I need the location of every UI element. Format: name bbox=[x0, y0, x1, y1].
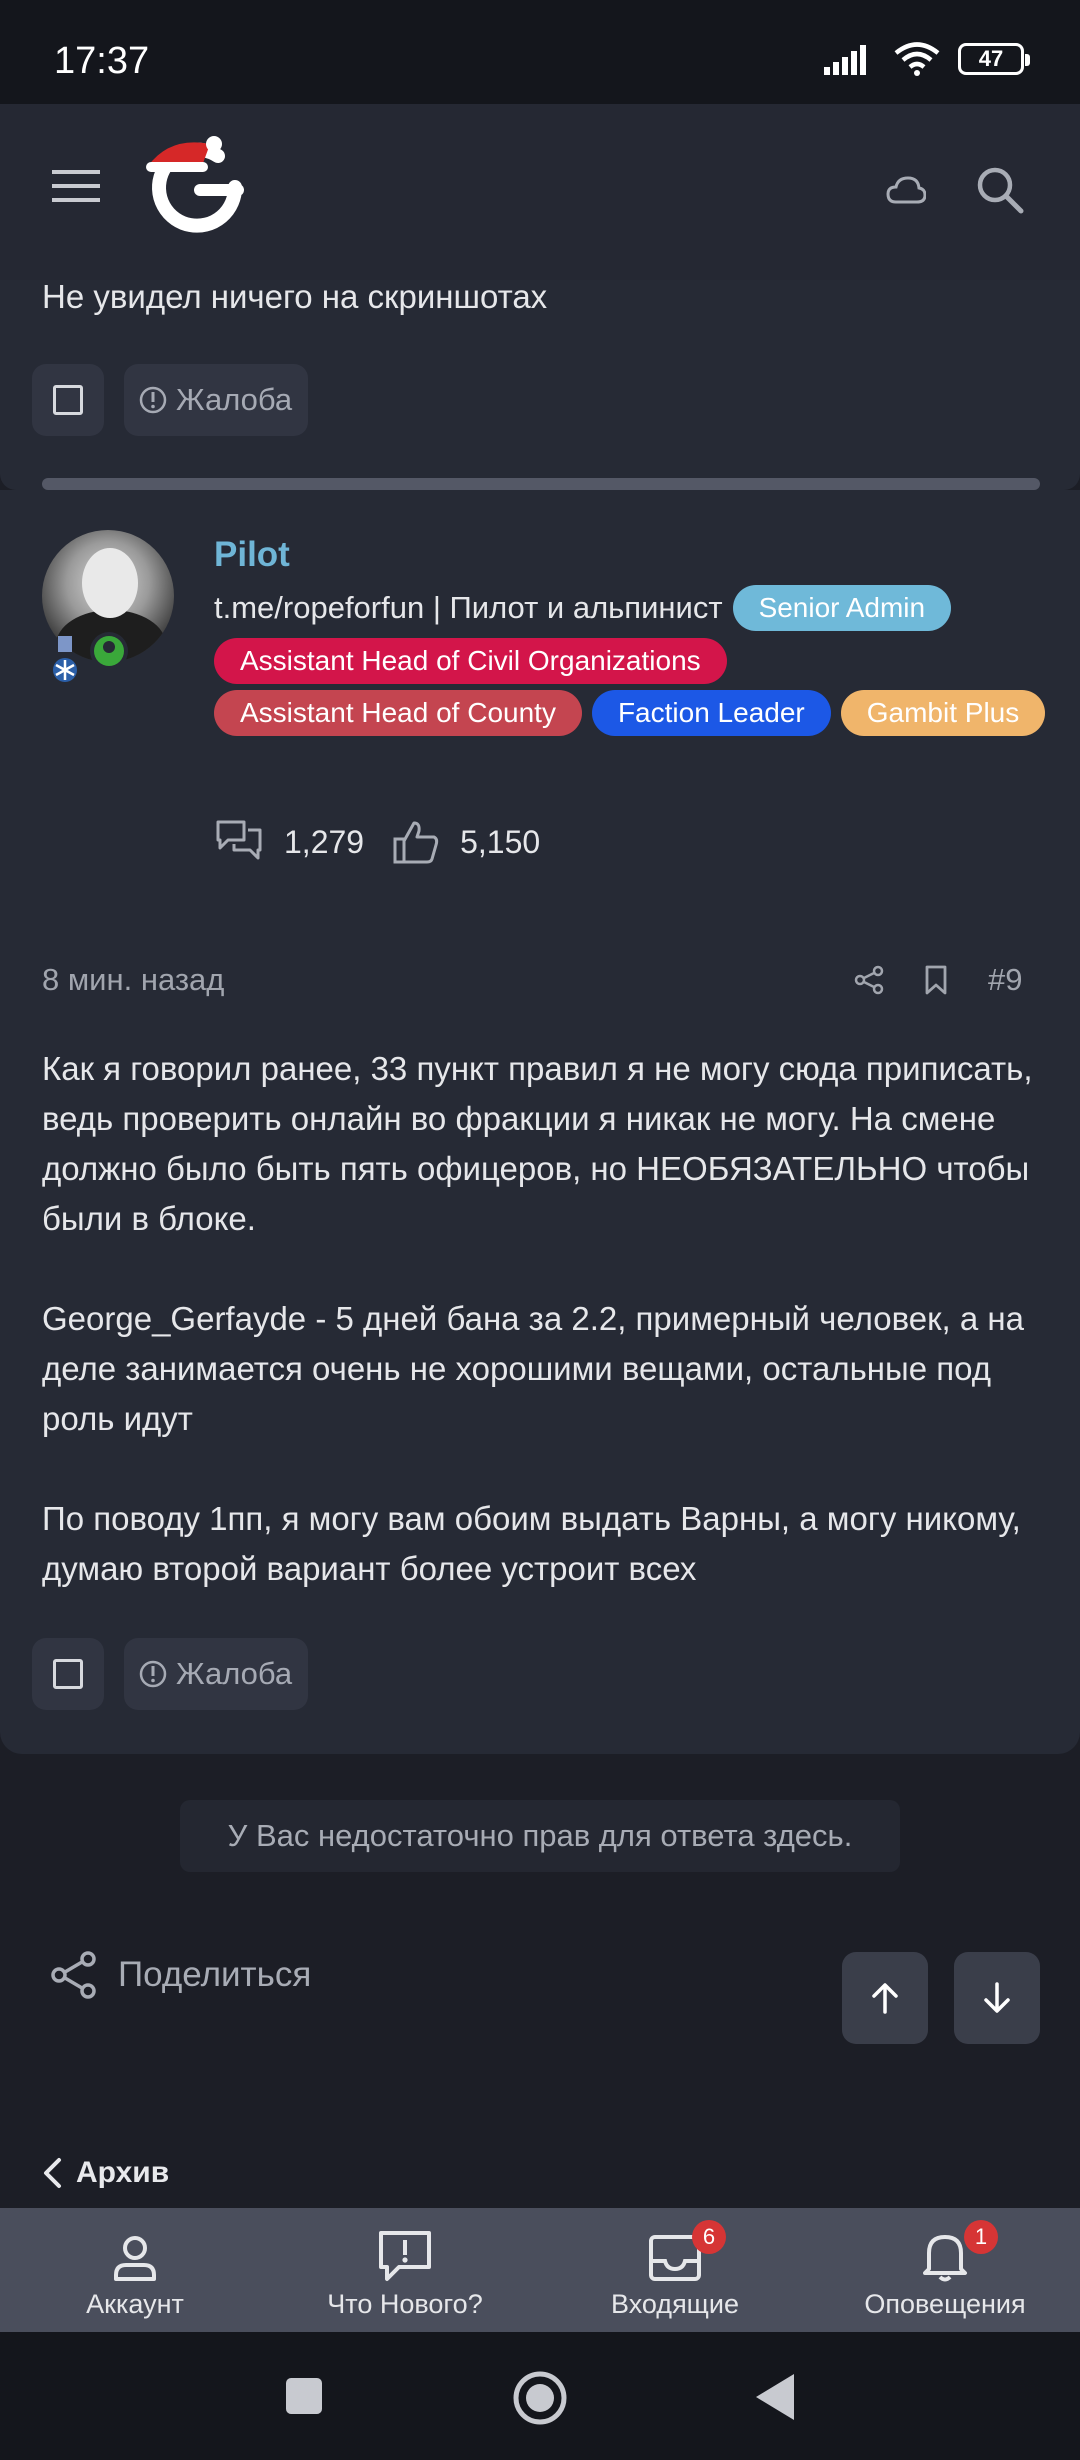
post-paragraph: Как я говорил ранее, 33 пункт правил я н… bbox=[42, 1050, 1033, 1237]
messages-icon bbox=[216, 820, 262, 860]
badge-gambit-plus: Gambit Plus bbox=[840, 690, 1046, 736]
no-permission-notice: У Вас недостаточно прав для ответа здесь… bbox=[180, 1800, 900, 1872]
post-paragraph: George_Gerfayde - 5 дней бана за 2.2, пр… bbox=[42, 1300, 1024, 1437]
share-thread-button[interactable]: Поделиться bbox=[50, 1950, 311, 2000]
breadcrumb-archive[interactable]: Архив bbox=[42, 2156, 169, 2190]
bookmark-icon[interactable] bbox=[924, 965, 948, 995]
nav-whats-new[interactable]: Что Нового? bbox=[270, 2208, 540, 2332]
nav-account[interactable]: Аккаунт bbox=[0, 2208, 270, 2332]
alert-message-icon bbox=[379, 2231, 431, 2281]
select-checkbox[interactable] bbox=[32, 364, 104, 436]
share-icon bbox=[51, 1951, 96, 1999]
share-icon[interactable] bbox=[854, 965, 884, 995]
badge-assistant-head-civil: Assistant Head of Civil Organizations bbox=[214, 638, 727, 684]
inbox-count-badge: 6 bbox=[692, 2220, 726, 2254]
badge-senior-admin: Senior Admin bbox=[732, 585, 952, 631]
battery-icon: 47 bbox=[958, 43, 1030, 75]
post-number[interactable]: #9 bbox=[988, 962, 1022, 998]
cloud-icon[interactable] bbox=[886, 176, 926, 204]
select-checkbox[interactable] bbox=[32, 1638, 104, 1710]
post-body: Как я говорил ранее, 33 пункт правил я н… bbox=[42, 1044, 1052, 1644]
medal-icon bbox=[53, 636, 77, 682]
report-label: Жалоба bbox=[176, 1656, 293, 1691]
scroll-up-button[interactable] bbox=[842, 1952, 928, 2044]
nav-account-label: Аккаунт bbox=[86, 2289, 184, 2319]
likes-count: 5,150 bbox=[460, 823, 541, 860]
scroll-down-button[interactable] bbox=[954, 1952, 1040, 2044]
post-actions: #9 bbox=[854, 962, 1022, 998]
nav-alerts[interactable]: 1 Оповещения bbox=[810, 2208, 1080, 2332]
signal-icon bbox=[824, 45, 866, 75]
nav-inbox[interactable]: 6 Входящие bbox=[540, 2208, 810, 2332]
post-time[interactable]: 8 мин. назад bbox=[42, 962, 224, 998]
warning-icon bbox=[139, 1660, 167, 1688]
back-icon[interactable] bbox=[752, 2372, 796, 2422]
report-label: Жалоба bbox=[176, 382, 293, 417]
nav-inbox-label: Входящие bbox=[610, 2289, 739, 2319]
arrow-down-icon bbox=[984, 1982, 1010, 2013]
post-username[interactable]: Pilot bbox=[214, 535, 290, 575]
arrow-up-icon bbox=[872, 1983, 898, 2014]
status-bar: 17:37 47 bbox=[0, 0, 1080, 104]
breadcrumb-label: Архив bbox=[76, 2156, 170, 2189]
user-icon bbox=[114, 2236, 156, 2281]
wifi-icon bbox=[894, 42, 940, 76]
user-title: t.me/ropeforfun | Пилот и альпинист bbox=[214, 590, 723, 625]
previous-post-actions: Жалоба bbox=[32, 364, 309, 436]
nav-alerts-label: Оповещения bbox=[864, 2289, 1026, 2319]
chevron-left-icon bbox=[44, 2158, 61, 2188]
bottom-nav: Аккаунт Что Нового? 6 Входящие 1 Оповеще… bbox=[0, 2208, 1080, 2332]
recents-icon[interactable] bbox=[284, 2376, 324, 2416]
nav-whats-new-label: Что Нового? bbox=[327, 2289, 483, 2319]
search-icon[interactable] bbox=[976, 166, 1024, 214]
report-button[interactable]: Жалоба bbox=[124, 364, 309, 436]
online-status-icon bbox=[90, 632, 128, 670]
status-time: 17:37 bbox=[54, 40, 150, 82]
messages-count: 1,279 bbox=[284, 823, 365, 860]
report-button[interactable]: Жалоба bbox=[124, 1638, 309, 1710]
post-action-row: Жалоба bbox=[32, 1638, 309, 1710]
like-icon bbox=[393, 821, 439, 864]
badge-assistant-head-county: Assistant Head of County bbox=[214, 690, 582, 736]
top-bar bbox=[0, 104, 1080, 280]
post-divider bbox=[42, 478, 1040, 490]
status-icons: 47 bbox=[824, 42, 1030, 76]
hamburger-menu-icon[interactable] bbox=[52, 168, 100, 204]
post-paragraph: По поводу 1пп, я могу вам обоим выдать В… bbox=[42, 1500, 1021, 1587]
site-logo[interactable] bbox=[140, 132, 250, 242]
battery-level: 47 bbox=[978, 46, 1004, 71]
home-icon[interactable] bbox=[512, 2370, 568, 2426]
warning-icon bbox=[139, 386, 167, 414]
user-badges: t.me/ropeforfun | Пилот и альпинист Seni… bbox=[214, 584, 1054, 736]
badge-faction-leader: Faction Leader bbox=[591, 690, 831, 736]
previous-post-text: Не увидел ничего на скриншотах bbox=[42, 278, 548, 315]
alerts-count-badge: 1 bbox=[964, 2220, 998, 2254]
system-nav-bar bbox=[0, 2332, 1080, 2460]
share-label: Поделиться bbox=[118, 1955, 312, 1994]
user-stats: 1,279 5,150 bbox=[214, 818, 568, 866]
